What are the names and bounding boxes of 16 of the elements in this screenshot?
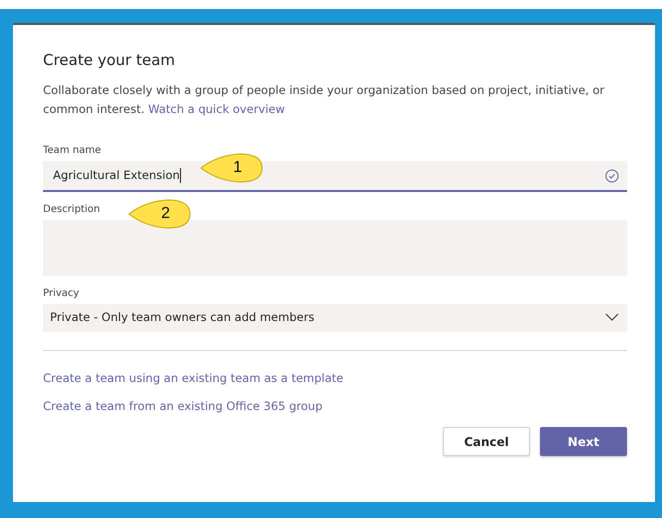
- field-label: Privacy: [43, 288, 80, 299]
- privacy-dropdown[interactable]: Private - Only team owners can add members: [43, 304, 627, 332]
- callout: 1: [200, 151, 264, 185]
- check-circle-icon: [605, 168, 619, 182]
- field-label: Team name: [43, 145, 101, 156]
- cancel-button[interactable]: Cancel: [443, 427, 530, 456]
- field-label: Description: [43, 204, 100, 215]
- overview-link[interactable]: Watch a quick overview: [148, 102, 285, 116]
- chevron-down-icon: [605, 313, 619, 321]
- description-field[interactable]: [43, 220, 627, 276]
- create-team-link[interactable]: Create a team from an existing Office 365 group: [43, 399, 627, 413]
- dialog-description: Collaborate closely with a group of people inside your organization based on project, initiative, or common interest. Watch a quick overview: [43, 82, 606, 118]
- dialog-title: Create your team: [43, 51, 176, 69]
- next-button[interactable]: Next: [540, 427, 627, 456]
- callout: 2: [128, 197, 192, 231]
- create-team-link[interactable]: Create a team using an existing team as a template: [43, 371, 627, 385]
